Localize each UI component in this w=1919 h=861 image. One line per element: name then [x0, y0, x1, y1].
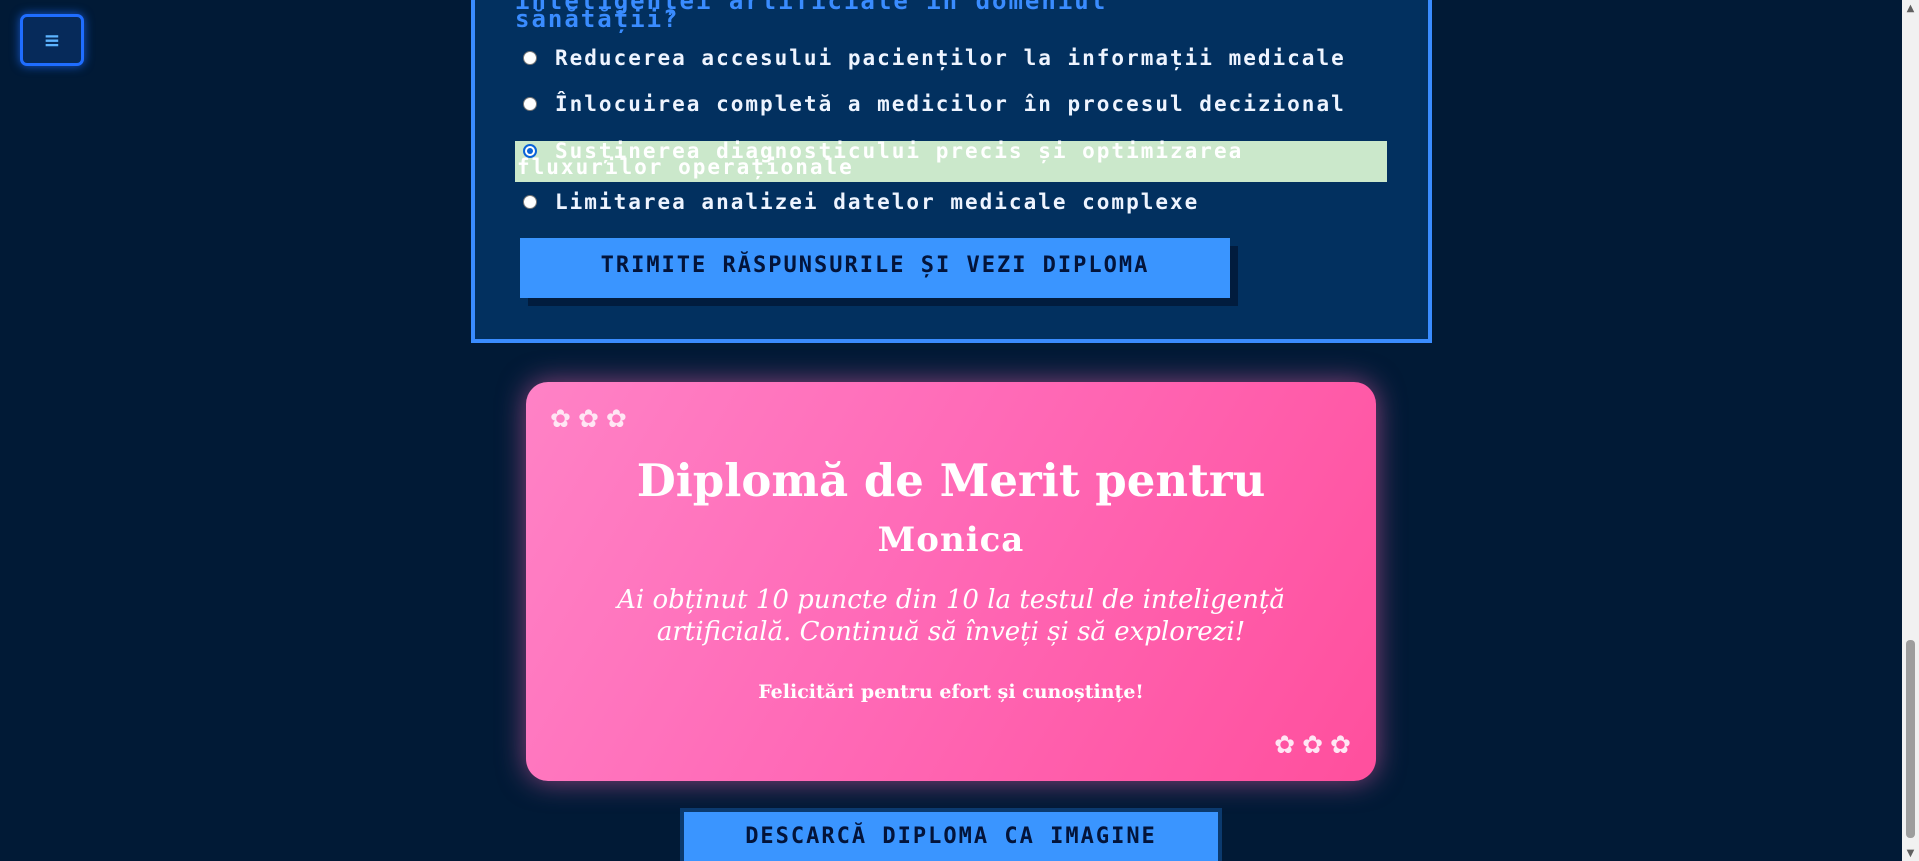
quiz-card: inteligenței artificiale în domeniul săn…	[471, 0, 1432, 343]
diploma-message: Ai obținut 10 puncte din 10 la testul de…	[617, 585, 1285, 647]
radio-button[interactable]	[523, 51, 537, 65]
question-text: inteligenței artificiale în domeniul săn…	[515, 0, 1108, 33]
answer-option-4[interactable]: Limitarea analizei datelor medicale comp…	[515, 192, 1387, 213]
radio-button-checked[interactable]	[523, 144, 537, 158]
answer-option-1[interactable]: Reducerea accesului pacienților la infor…	[515, 48, 1387, 69]
flower-icons: ✿✿✿	[1274, 730, 1358, 759]
radio-button[interactable]	[523, 195, 537, 209]
scroll-up-icon[interactable]: ▲	[1902, 2, 1919, 16]
answer-option-3[interactable]: Susținerea diagnosticului precis și opti…	[515, 141, 1387, 182]
answer-option-label: Limitarea analizei datelor medicale comp…	[555, 190, 1200, 214]
radio-button[interactable]	[523, 97, 537, 111]
recipient-name: Monica	[877, 520, 1025, 560]
submit-button[interactable]: TRIMITE RĂSPUNSURILE ȘI VEZI DIPLOMA	[520, 238, 1230, 298]
hamburger-icon: ≡	[43, 28, 61, 52]
flower-icons: ✿✿✿	[550, 404, 634, 433]
vertical-scrollbar[interactable]: ▲ ▼	[1902, 0, 1919, 861]
diploma-title: Diplomă de Merit pentru	[636, 454, 1266, 507]
diploma-congrats: Felicitări pentru efort și cunoștințe!	[758, 681, 1144, 703]
answer-option-2[interactable]: Înlocuirea completă a medicilor în proce…	[515, 94, 1387, 115]
diploma-card: ✿✿✿ Diplomă de Merit pentru Monica Ai ob…	[526, 382, 1376, 781]
answer-option-label: Susținerea diagnosticului precis și opti…	[517, 139, 1244, 179]
download-diploma-button[interactable]: DESCARCĂ DIPLOMA CA IMAGINE	[680, 808, 1222, 861]
scroll-down-icon[interactable]: ▼	[1902, 847, 1919, 861]
scroll-thumb[interactable]	[1906, 640, 1915, 838]
menu-button[interactable]: ≡	[20, 14, 84, 66]
answer-option-label: Reducerea accesului pacienților la infor…	[555, 46, 1346, 70]
answer-option-label: Înlocuirea completă a medicilor în proce…	[555, 92, 1346, 116]
